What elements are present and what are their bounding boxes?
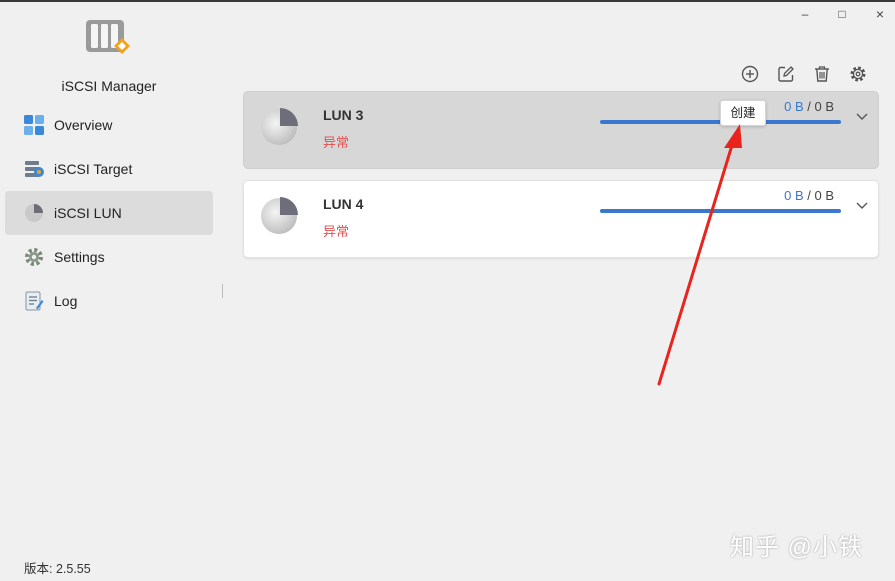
sidebar-resize-handle[interactable] [222,284,223,298]
maximize-button[interactable]: □ [833,6,851,22]
lun-status: 异常 [323,135,350,150]
sidebar-item-label: Settings [54,249,105,265]
sidebar-item-iscsi-target[interactable]: iSCSI Target [5,147,213,191]
close-button[interactable]: × [871,6,889,22]
lun-usage: 0 B / 0 B [784,188,834,203]
sidebar-item-settings[interactable]: Settings [5,235,213,279]
watermark: 知乎 @小铁 [730,534,864,561]
edit-icon[interactable] [776,64,796,84]
target-server-icon [23,158,45,180]
lun-status: 异常 [323,224,350,239]
sidebar-item-label: iSCSI LUN [54,205,122,221]
lun-card[interactable]: LUN 4 异常 0 B / 0 B [243,180,879,258]
lun-card[interactable]: LUN 3 异常 0 B / 0 B [243,91,879,169]
lun-usage: 0 B / 0 B [784,99,834,114]
lun-usage-bar [600,209,841,213]
sidebar-item-overview[interactable]: Overview [5,103,213,147]
trash-icon[interactable] [812,64,832,84]
app-title: iSCSI Manager [61,78,157,94]
gear-icon [23,246,45,268]
minimize-button[interactable]: – [796,6,814,22]
nas-drive-icon [84,18,134,60]
add-circle-icon[interactable] [740,64,760,84]
lun-name: LUN 3 [323,107,364,123]
lun-pie-icon [260,108,298,146]
lun-pie-icon [260,197,298,235]
settings-gear-icon[interactable] [848,64,868,84]
sidebar-item-iscsi-lun[interactable]: iSCSI LUN [5,191,213,235]
tooltip: 创建 [720,100,766,126]
overview-grid-icon [23,114,45,136]
version-label: 版本: 2.5.55 [24,562,91,576]
window-top-edge [0,0,895,2]
chevron-down-icon[interactable] [854,197,870,213]
sidebar-item-label: Overview [54,117,113,133]
sidebar-item-label: iSCSI Target [54,161,133,177]
chevron-down-icon[interactable] [854,108,870,124]
sidebar-item-label: Log [54,293,78,309]
lun-pie-icon [23,202,45,224]
log-document-icon [23,290,45,312]
sidebar-item-log[interactable]: Log [5,279,213,323]
lun-name: LUN 4 [323,196,364,212]
